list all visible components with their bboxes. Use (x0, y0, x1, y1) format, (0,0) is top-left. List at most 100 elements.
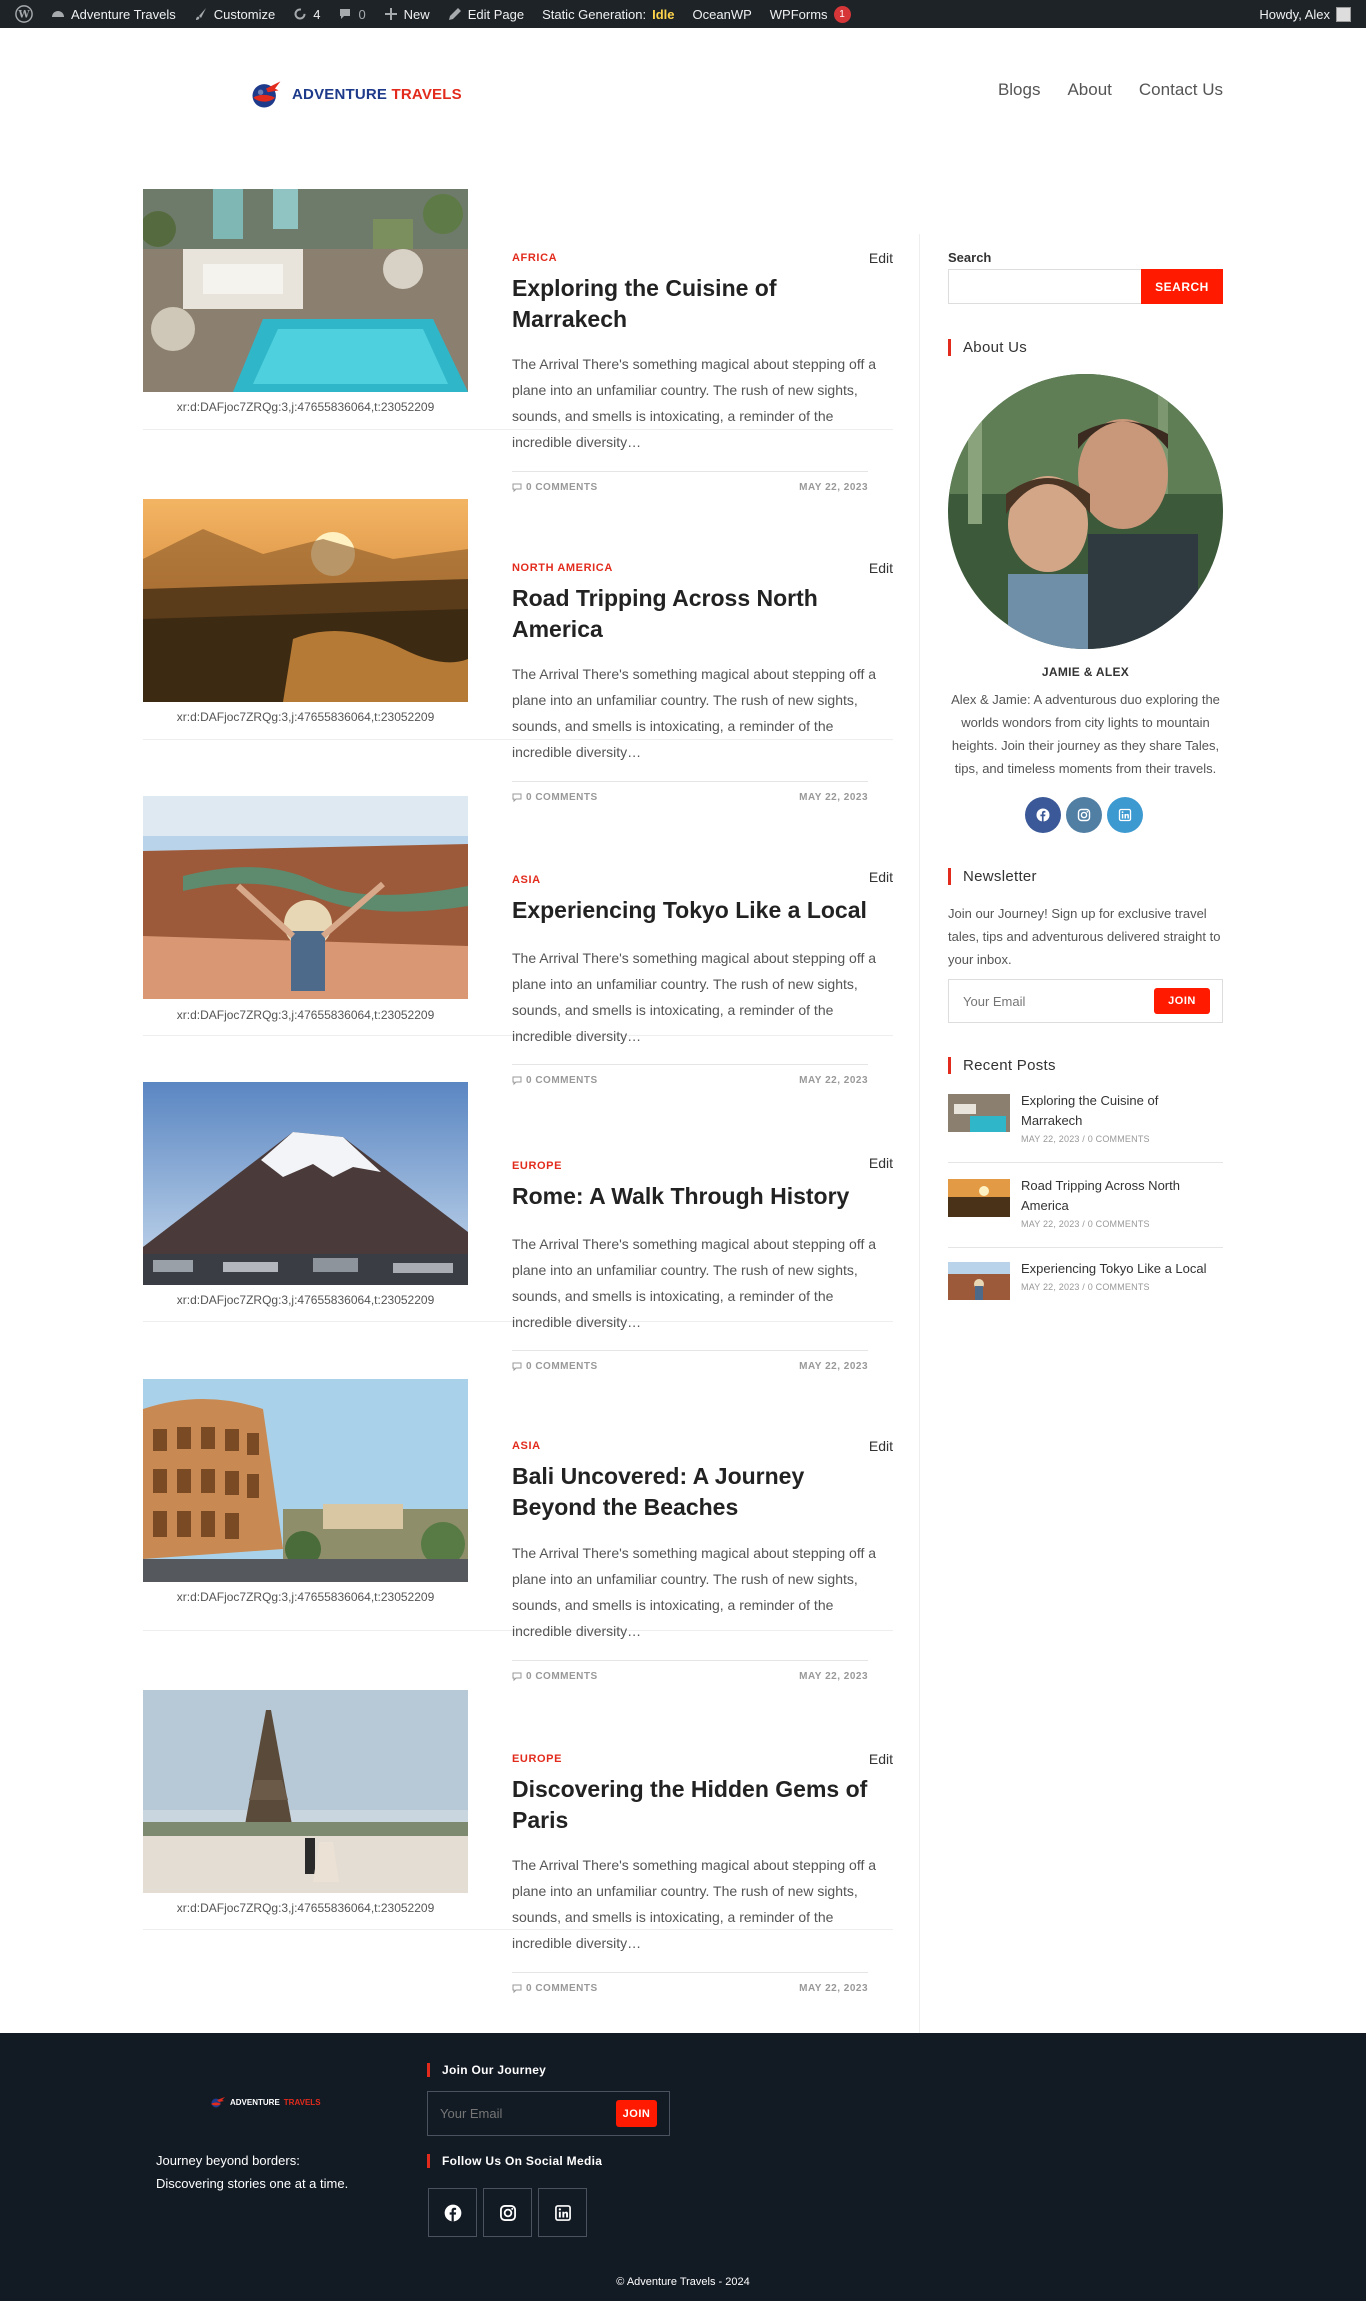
nav-item-contact[interactable]: Contact Us (1139, 80, 1223, 100)
post-excerpt: The Arrival There's something magical ab… (512, 1857, 877, 1951)
newsletter-email-input[interactable] (963, 993, 1154, 1009)
recent-post-date: MAY 22, 2023 (1021, 1219, 1080, 1229)
footer-follow-title: Follow Us On Social Media (427, 2154, 602, 2168)
post-title[interactable]: Discovering the Hidden Gems of Paris (512, 1774, 882, 1836)
admin-new-label: New (403, 6, 430, 22)
footer-email-input[interactable] (440, 2106, 616, 2121)
admin-new-link[interactable]: New (375, 0, 439, 28)
admin-wpforms-link[interactable]: WPForms 1 (761, 0, 860, 28)
admin-edit-page-label: Edit Page (467, 6, 525, 22)
recent-post-comments: 0 COMMENTS (1087, 1282, 1150, 1292)
recent-post-item[interactable]: Road Tripping Across North America MAY 2… (948, 1176, 1223, 1229)
about-social-links (1025, 797, 1143, 833)
post-thumbnail[interactable] (143, 1082, 468, 1285)
admin-theme-link[interactable]: OceanWP (684, 0, 761, 28)
linkedin-icon (1118, 808, 1132, 822)
instagram-icon (499, 2204, 516, 2221)
post-title[interactable]: Experiencing Tokyo Like a Local (512, 895, 882, 926)
post-excerpt: The Arrival There's something magical ab… (512, 1236, 877, 1330)
footer-newsletter-form: JOIN (427, 2091, 670, 2136)
about-name: JAMIE & ALEX (1041, 665, 1130, 679)
post-comments-link[interactable]: 0 COMMENTS (512, 1983, 598, 1994)
post-meta: 0 COMMENTS MAY 22, 2023 (512, 1350, 868, 1372)
post-image-snow-mountain (143, 1082, 468, 1285)
search-button[interactable]: SEARCH (1141, 269, 1223, 304)
footer-join-button[interactable]: JOIN (616, 2100, 657, 2127)
footer-facebook-link[interactable] (428, 2188, 477, 2237)
post-category[interactable]: ASIA (512, 874, 541, 886)
post-thumbnail[interactable] (143, 1379, 468, 1582)
post-date: MAY 22, 2023 (799, 482, 868, 493)
newsletter-form: JOIN (948, 979, 1223, 1023)
admin-edit-page-link[interactable]: Edit Page (439, 0, 533, 28)
post-edit-link[interactable]: Edit (869, 1438, 893, 1454)
facebook-icon (444, 2204, 461, 2221)
recent-post-comments: 0 COMMENTS (1087, 1219, 1150, 1229)
post-title[interactable]: Exploring the Cuisine of Marrakech (512, 273, 882, 335)
admin-updates-link[interactable]: 4 (284, 0, 329, 28)
facebook-link[interactable] (1025, 797, 1061, 833)
recent-post-item[interactable]: Exploring the Cuisine of Marrakech MAY 2… (948, 1091, 1223, 1144)
search-form: SEARCH (948, 269, 1223, 304)
post-title[interactable]: Road Tripping Across North America (512, 583, 882, 645)
post-thumbnail[interactable] (143, 499, 468, 702)
post-comments-link[interactable]: 0 COMMENTS (512, 1361, 598, 1372)
post-category[interactable]: EUROPE (512, 1160, 562, 1172)
admin-account-menu[interactable]: Howdy, Alex (1250, 0, 1360, 28)
post-card: xr:d:DAFjoc7ZRQg:3,j:47655836064,t:23052… (143, 1082, 893, 1372)
post-comments-count: 0 COMMENTS (526, 482, 598, 493)
search-input[interactable] (948, 269, 1141, 304)
recent-post-item[interactable]: Experiencing Tokyo Like a Local MAY 22, … (948, 1259, 1223, 1300)
about-photo (948, 374, 1223, 649)
recent-post-date: MAY 22, 2023 (1021, 1282, 1080, 1292)
post-edit-link[interactable]: Edit (869, 869, 893, 885)
post-category[interactable]: ASIA (512, 1440, 541, 1452)
admin-site-link[interactable]: Adventure Travels (42, 0, 185, 28)
admin-comments-link[interactable]: 0 (329, 0, 374, 28)
post-title[interactable]: Rome: A Walk Through History (512, 1181, 882, 1212)
post-thumbnail[interactable] (143, 189, 468, 392)
post-thumbnail[interactable] (143, 1690, 468, 1893)
comment-icon (512, 1672, 522, 1681)
footer-logo-adventure: ADVENTURE (230, 2097, 280, 2107)
newsletter-text: Join our Journey! Sign up for exclusive … (948, 906, 1221, 967)
post-image-canyon-traveler (143, 796, 468, 999)
post-edit-link[interactable]: Edit (869, 250, 893, 266)
admin-customize-link[interactable]: Customize (185, 0, 284, 28)
post-card: xr:d:DAFjoc7ZRQg:3,j:47655836064,t:23052… (143, 499, 893, 803)
newsletter-join-button[interactable]: JOIN (1154, 988, 1210, 1014)
instagram-link[interactable] (1066, 797, 1102, 833)
footer-instagram-link[interactable] (483, 2188, 532, 2237)
post-thumbnail[interactable] (143, 796, 468, 999)
post-comments-link[interactable]: 0 COMMENTS (512, 1671, 598, 1682)
recent-thumb-riad (948, 1094, 1010, 1132)
post-image-colosseum (143, 1379, 468, 1582)
post-category[interactable]: EUROPE (512, 1753, 562, 1765)
footer-linkedin-link[interactable] (538, 2188, 587, 2237)
post-edit-link[interactable]: Edit (869, 1155, 893, 1171)
post-category[interactable]: NORTH AMERICA (512, 562, 613, 574)
newsletter-title: Newsletter (948, 868, 1037, 885)
recent-thumb-canyon (948, 1262, 1010, 1300)
post-meta: 0 COMMENTS MAY 22, 2023 (512, 471, 868, 493)
linkedin-link[interactable] (1107, 797, 1143, 833)
post-date: MAY 22, 2023 (799, 1361, 868, 1372)
post-title[interactable]: Bali Uncovered: A Journey Beyond the Bea… (512, 1461, 882, 1523)
admin-static-generation[interactable]: Static Generation: Idle (533, 0, 683, 28)
recent-post-date: MAY 22, 2023 (1021, 1134, 1080, 1144)
post-edit-link[interactable]: Edit (869, 1751, 893, 1767)
nav-item-about[interactable]: About (1067, 80, 1111, 100)
admin-avatar (1336, 6, 1351, 22)
wordpress-logo-icon[interactable]: W (6, 0, 42, 28)
plus-icon (384, 7, 398, 21)
nav-item-blogs[interactable]: Blogs (998, 80, 1041, 100)
post-comments-link[interactable]: 0 COMMENTS (512, 482, 598, 493)
post-edit-link[interactable]: Edit (869, 560, 893, 576)
recent-post-thumbnail (948, 1094, 1010, 1132)
post-category[interactable]: AFRICA (512, 252, 557, 264)
admin-wpforms-label: WPForms (769, 6, 828, 22)
admin-customize-label: Customize (213, 6, 276, 22)
post-card: xr:d:DAFjoc7ZRQg:3,j:47655836064,t:23052… (143, 189, 893, 493)
footer-logo[interactable]: ADVENTURE TRAVELS (210, 2096, 321, 2108)
content-divider (919, 234, 920, 2057)
